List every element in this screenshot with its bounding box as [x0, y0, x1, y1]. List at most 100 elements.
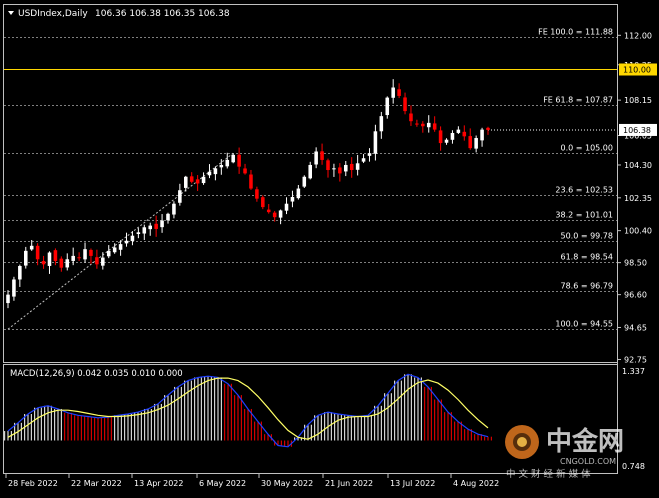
candle-body [450, 132, 455, 140]
candle-body [344, 164, 348, 172]
candle-body [474, 138, 478, 149]
fib-level-label: 38.2 = 101.01 [555, 211, 613, 220]
candle-body [438, 130, 443, 144]
candlestick[interactable] [231, 153, 235, 164]
candle-body [462, 131, 467, 137]
candle-body [385, 97, 390, 116]
candle-body [314, 151, 318, 165]
candle-body [338, 167, 342, 174]
y-tick-label: 100.40 [624, 227, 652, 236]
x-tick-label: 13 Apr 2022 [134, 479, 183, 488]
fib-level-label: 23.6 = 102.53 [555, 186, 613, 195]
candle-body [154, 223, 158, 229]
candle-body [213, 168, 218, 175]
y-tick-label: 92.75 [624, 355, 647, 364]
x-tick-label: 28 Feb 2022 [8, 479, 58, 488]
candle-body [225, 159, 230, 167]
price-chart-svg[interactable]: FE 100.0 = 111.88 FE 61.8 = 107.87 0.0 = 1… [0, 0, 659, 494]
candle-body [148, 225, 152, 230]
candle-body [53, 250, 58, 261]
candle-body [207, 171, 212, 176]
candle-body [391, 87, 395, 98]
candle-body [361, 158, 366, 162]
y-tick-label: 96.60 [624, 291, 647, 300]
candle-body [35, 245, 40, 260]
candle-body [486, 127, 490, 130]
candle-body [184, 176, 188, 188]
candle-body [379, 116, 384, 132]
y-tick-label: 104.30 [624, 161, 652, 170]
candle-body [278, 210, 283, 218]
candle-body [124, 240, 129, 244]
candle-body [290, 196, 295, 202]
macd-label: MACD(12,26,9) 0.042 0.035 0.010 0.000 [10, 369, 183, 379]
candle-body [6, 294, 10, 304]
x-tick-label: 21 Jun 2022 [325, 479, 373, 488]
candle-body [201, 176, 206, 184]
candle-body [118, 244, 123, 250]
candle-body [172, 203, 176, 215]
candle-body [249, 174, 253, 189]
symbol-label: USDIndex,Daily [18, 9, 88, 19]
current-price-label: 106.38 [623, 126, 651, 135]
candle-body [426, 122, 431, 128]
fib-level-label: FE 61.8 = 107.87 [543, 96, 613, 105]
candle-body [18, 266, 22, 280]
ohlc-values: 106.36 106.38 106.35 106.38 [95, 9, 230, 19]
candle-body [397, 89, 401, 96]
candle-body [189, 176, 194, 182]
resistance-price-label: 110.00 [623, 66, 651, 75]
candlestick[interactable] [302, 175, 307, 188]
x-tick-label: 6 May 2022 [199, 479, 246, 488]
candle-body [12, 279, 16, 297]
macd-axis-label: 1.337 [622, 367, 645, 376]
candle-body [349, 163, 354, 171]
candle-body [24, 250, 28, 266]
candle-body [112, 247, 117, 253]
x-tick-label: 30 May 2022 [261, 479, 313, 488]
fib-level-label: 61.8 = 98.54 [560, 253, 613, 262]
candle-body [160, 220, 164, 228]
y-tick-label: 94.65 [624, 323, 647, 332]
candle-body [284, 203, 289, 211]
candle-body [219, 164, 224, 168]
candle-body [47, 252, 52, 266]
candle-body [166, 213, 170, 221]
candle-body [95, 257, 99, 265]
candle-body [71, 255, 75, 261]
y-tick-label: 112.00 [624, 31, 652, 40]
candle-body [106, 250, 111, 257]
x-tick-label: 4 Aug 2022 [453, 479, 499, 488]
candle-body [178, 190, 182, 203]
candle-body [101, 257, 105, 266]
candle-body [432, 123, 437, 130]
candle-body [456, 129, 461, 133]
candle-body [332, 168, 336, 170]
candle-body [272, 212, 277, 218]
y-tick-label: 108.15 [624, 96, 652, 105]
candle-body [237, 154, 241, 167]
candle-body [59, 258, 64, 268]
candle-body [444, 139, 449, 143]
candle-body [355, 163, 360, 170]
fib-level-label: 50.0 = 99.78 [560, 232, 613, 241]
candle-body [480, 129, 484, 141]
candle-body [89, 249, 93, 256]
candle-body [367, 153, 372, 156]
candle-body [231, 154, 235, 163]
candle-body [255, 189, 259, 199]
candle-body [302, 176, 307, 187]
candle-body [65, 259, 70, 268]
candle-body [195, 179, 200, 184]
y-tick-label: 98.50 [624, 259, 647, 268]
y-tick-label: 102.35 [624, 194, 652, 203]
candle-body [130, 235, 135, 242]
fib-level-label: 100.0 = 94.55 [555, 320, 613, 329]
candle-body [296, 188, 301, 199]
trading-chart[interactable]: FE 100.0 = 111.88 FE 61.8 = 107.87 0.0 = 1… [0, 0, 659, 494]
fib-level-label: FE 100.0 = 111.88 [538, 28, 613, 37]
candle-body [266, 209, 271, 213]
candle-body [326, 160, 330, 171]
candle-body [421, 123, 425, 127]
candle-body [142, 227, 147, 234]
